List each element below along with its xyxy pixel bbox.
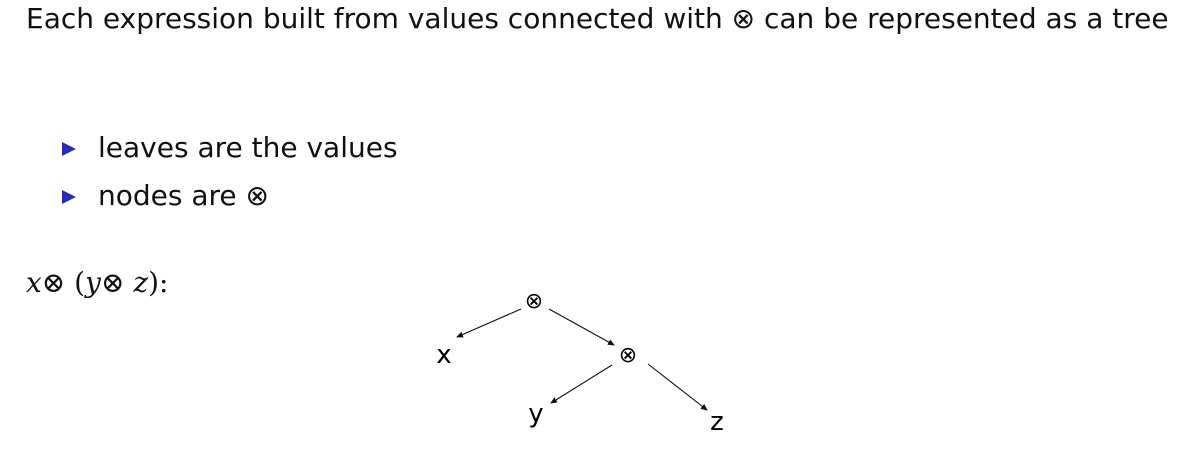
tree-edge-root-x (456, 308, 522, 338)
tree-leaf-z: z (710, 407, 724, 437)
tree-leaf-x: x (436, 340, 451, 370)
tree-edge-inner-y (550, 364, 613, 404)
tree-edge-inner-z (647, 363, 708, 411)
tree-leaf-y: y (528, 399, 543, 429)
tree-node-inner: ⊗ (619, 343, 637, 368)
expression-tree-diagram: ⊗ ⊗ x y z (436, 289, 724, 437)
tree-node-root: ⊗ (525, 289, 543, 314)
tree-edge-root-inner (548, 308, 615, 346)
